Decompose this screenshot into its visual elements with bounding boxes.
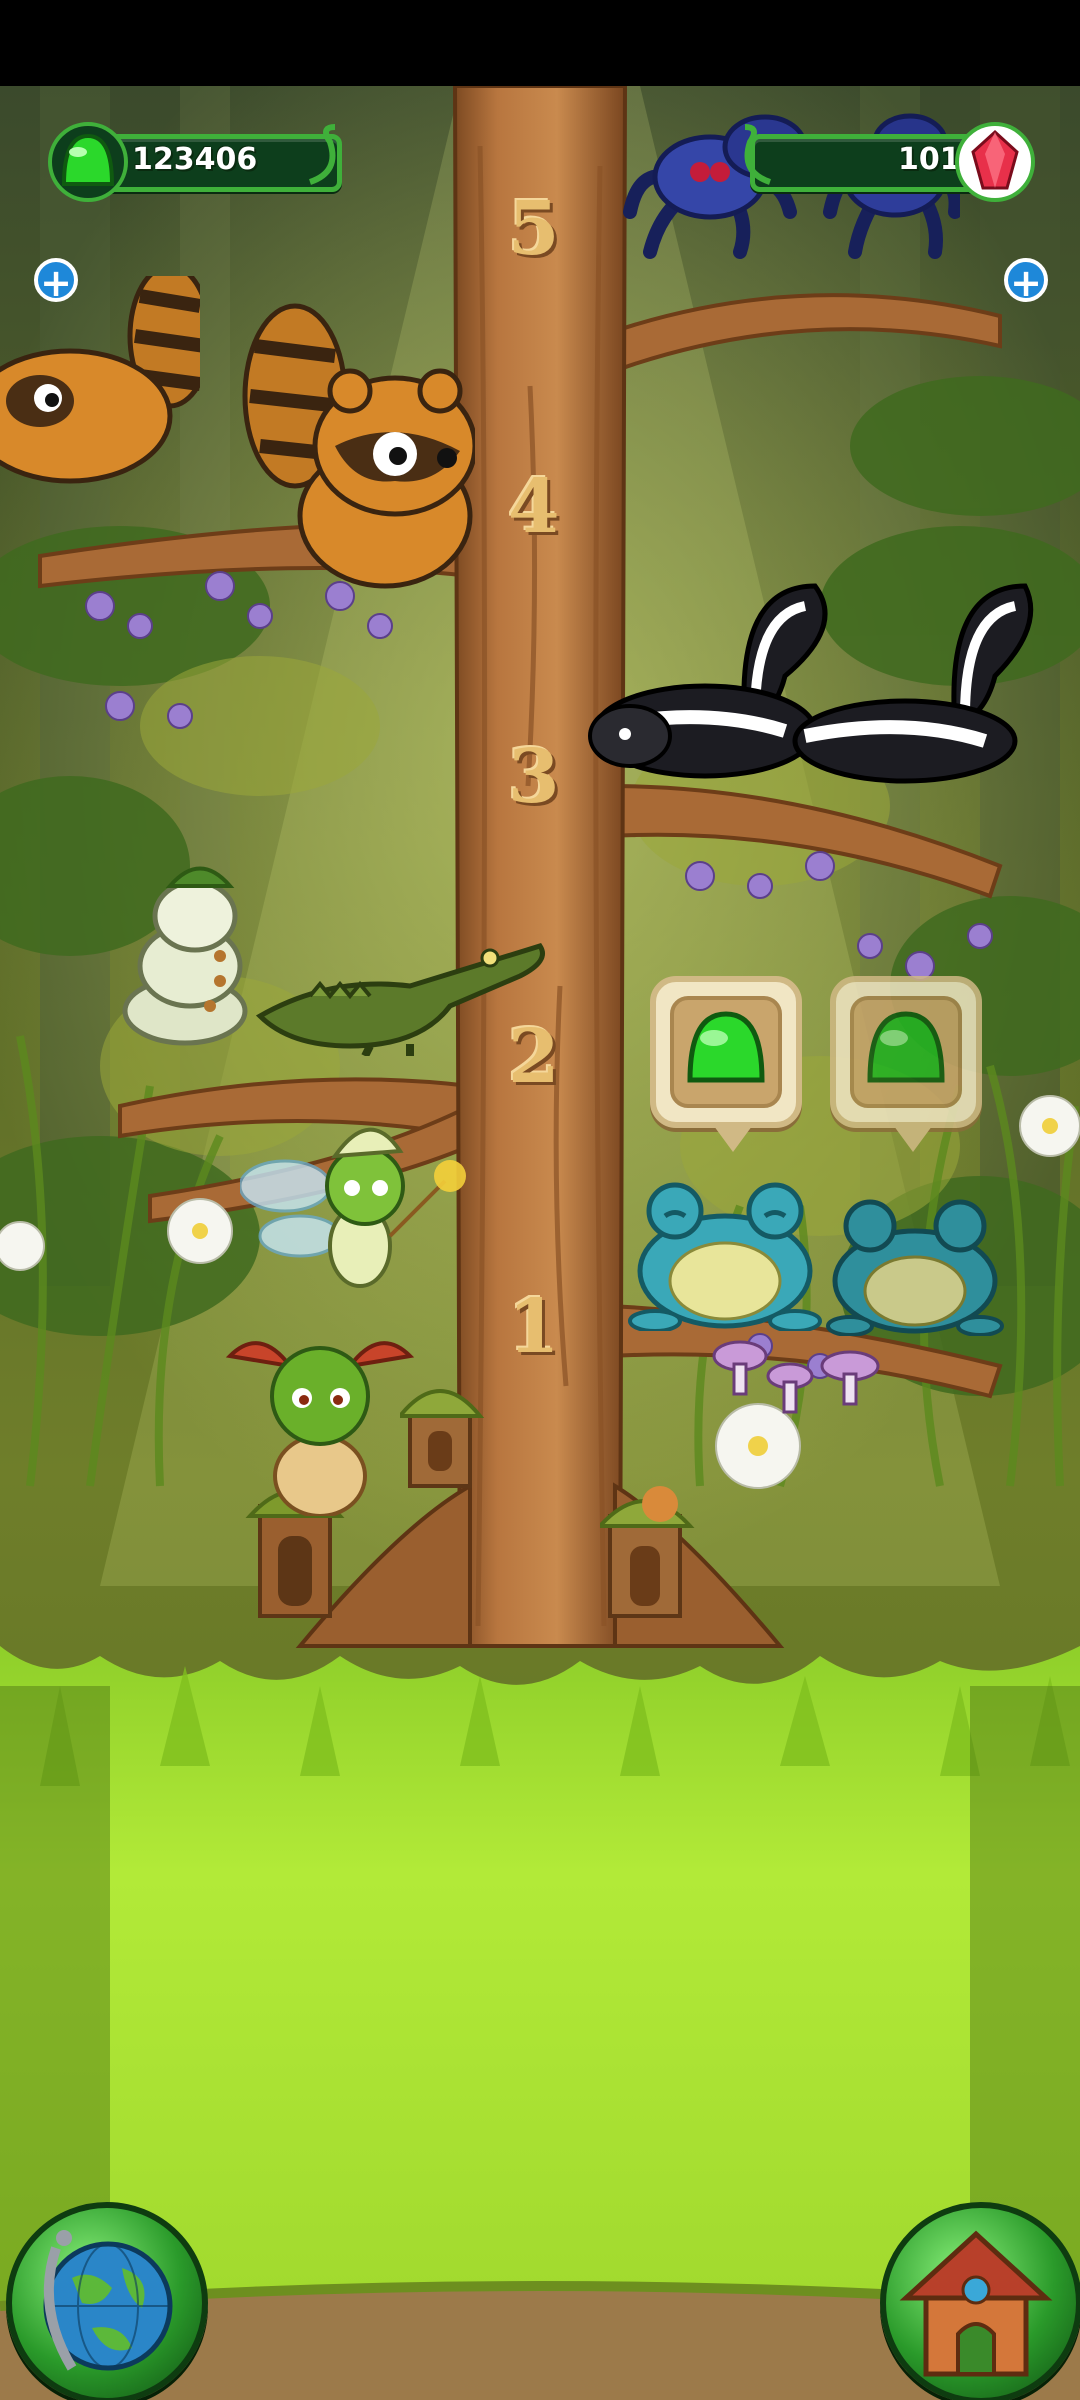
status-bar xyxy=(0,0,1080,86)
globe-icon xyxy=(43,2230,173,2371)
tree-level-1: 1 xyxy=(508,1284,560,1370)
mushrooms xyxy=(712,1340,880,1414)
raccoon-creature[interactable] xyxy=(0,276,200,486)
frog-creature[interactable] xyxy=(825,1186,1005,1336)
green-jelly-icon xyxy=(687,1011,765,1083)
tree-level-4: 4 xyxy=(508,464,560,550)
caterpillar-creature[interactable] xyxy=(110,846,260,1046)
currency-value: 123406 xyxy=(132,142,258,177)
raccoon-creature[interactable] xyxy=(235,276,475,596)
leaf-creature[interactable] xyxy=(220,1326,420,1516)
tree-level-3: 3 xyxy=(508,734,560,820)
collect-jelly-bubble[interactable] xyxy=(830,976,982,1152)
house-icon xyxy=(899,2230,1053,2377)
vine-decoration xyxy=(744,124,772,185)
home-button[interactable] xyxy=(880,2202,1080,2400)
skunk-creature[interactable] xyxy=(585,556,1035,786)
fairy-creature[interactable] xyxy=(240,1106,470,1306)
red-gem-icon xyxy=(955,122,1035,202)
add-gems-button[interactable]: + xyxy=(1004,258,1048,304)
world-map-button[interactable] xyxy=(6,2202,208,2400)
green-jelly-icon xyxy=(48,122,128,202)
frog-creature[interactable] xyxy=(625,1171,825,1331)
gems-value: 101 xyxy=(898,142,961,177)
tree-level-2: 2 xyxy=(508,1014,560,1100)
forest-scene: 5 4 3 2 1 123406 + 101 + xyxy=(0,86,1080,2400)
crocodile-creature[interactable] xyxy=(250,906,550,1056)
vine-decoration xyxy=(308,124,336,185)
green-jelly-icon xyxy=(867,1011,945,1083)
collect-jelly-bubble[interactable] xyxy=(650,976,802,1152)
tree-level-5: 5 xyxy=(508,186,560,272)
game-screen: 5 4 3 2 1 123406 + 101 + xyxy=(0,0,1080,2400)
small-house-right[interactable] xyxy=(600,1476,700,1626)
add-currency-button[interactable]: + xyxy=(34,258,78,304)
